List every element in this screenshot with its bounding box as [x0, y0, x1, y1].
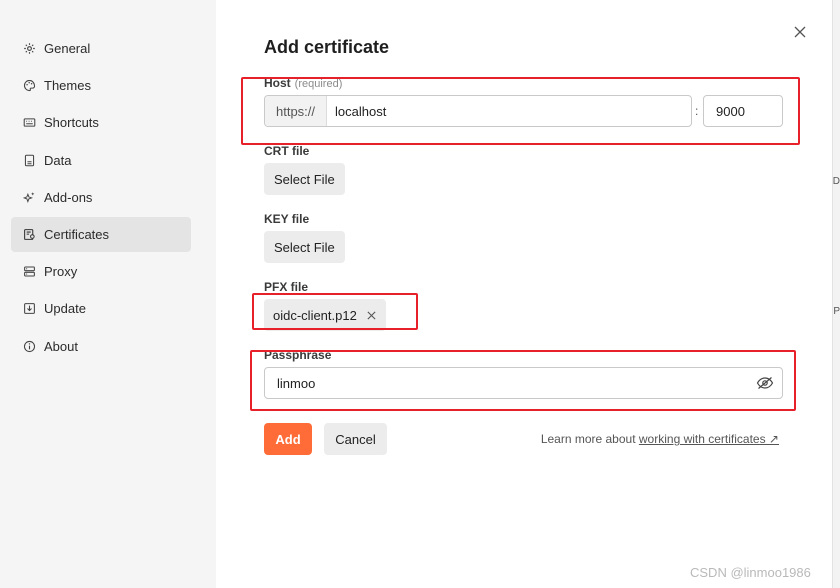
learn-more-prefix: Learn more about [540, 432, 636, 446]
pfx-file-chip: oidc-client.p12 [264, 299, 386, 331]
protocol-prefix: https:// [265, 96, 327, 126]
sidebar-item-label: Add-ons [44, 190, 93, 205]
passphrase-label: Passphrase [264, 348, 332, 362]
add-button[interactable]: Add [264, 423, 312, 455]
sidebar-item-data[interactable]: Data [11, 143, 191, 178]
key-file-label: KEY file [264, 212, 310, 226]
sidebar-item-update[interactable]: Update [11, 291, 191, 326]
database-icon [23, 154, 36, 167]
host-input[interactable] [327, 96, 691, 126]
host-label: Host (required) [264, 76, 342, 90]
crt-file-label: CRT file [264, 144, 310, 158]
sidebar-item-label: About [44, 339, 78, 354]
sidebar-item-proxy[interactable]: Proxy [11, 254, 191, 289]
sidebar-item-label: General [44, 41, 91, 56]
watermark-text: CSDN @linmoo1986 [690, 565, 811, 580]
close-icon[interactable] [792, 24, 808, 40]
remove-file-icon[interactable] [366, 310, 377, 321]
pfx-file-name: oidc-client.p12 [273, 307, 357, 323]
server-icon [23, 265, 36, 278]
learn-more-link[interactable]: working with certificates ↗ [639, 432, 779, 446]
required-hint: (required) [294, 78, 343, 90]
sidebar-item-label: Update [44, 301, 86, 316]
sidebar-item-label: Shortcuts [44, 115, 99, 130]
info-icon [23, 340, 36, 353]
port-separator: : [695, 104, 699, 118]
background-edge-text: P [833, 306, 840, 317]
settings-sidebar: General Themes Shortcuts Data Add-ons Ce… [0, 0, 216, 588]
passphrase-field [264, 367, 783, 399]
sidebar-item-label: Proxy [44, 264, 78, 279]
sidebar-item-about[interactable]: About [11, 329, 191, 364]
background-edge-text: D [832, 176, 840, 187]
download-icon [23, 302, 36, 315]
background-window-edge [832, 0, 840, 588]
passphrase-input[interactable] [265, 375, 756, 391]
host-field: https:// [264, 95, 692, 127]
sidebar-item-add-ons[interactable]: Add-ons [11, 180, 191, 215]
palette-icon [23, 79, 36, 92]
port-input[interactable] [703, 95, 783, 127]
sidebar-item-themes[interactable]: Themes [11, 68, 191, 103]
keyboard-icon [23, 116, 36, 129]
certificate-icon [23, 228, 36, 241]
hide-password-icon[interactable] [756, 376, 774, 390]
key-select-file-button[interactable]: Select File [264, 231, 345, 263]
gear-icon [23, 42, 36, 55]
sidebar-item-shortcuts[interactable]: Shortcuts [11, 105, 191, 140]
modal-title: Add certificate [264, 37, 390, 57]
sidebar-item-label: Themes [44, 78, 91, 93]
sidebar-item-label: Certificates [44, 227, 110, 242]
pfx-file-label: PFX file [264, 280, 309, 294]
sidebar-item-general[interactable]: General [11, 31, 191, 66]
cancel-button[interactable]: Cancel [324, 423, 387, 455]
learn-more-text: Learn more about working with certificat… [541, 432, 779, 446]
host-label-text: Host [264, 76, 291, 90]
sidebar-item-certificates[interactable]: Certificates [11, 217, 191, 252]
sparkle-icon [23, 191, 36, 204]
crt-select-file-button[interactable]: Select File [264, 163, 345, 195]
sidebar-item-label: Data [44, 153, 72, 168]
